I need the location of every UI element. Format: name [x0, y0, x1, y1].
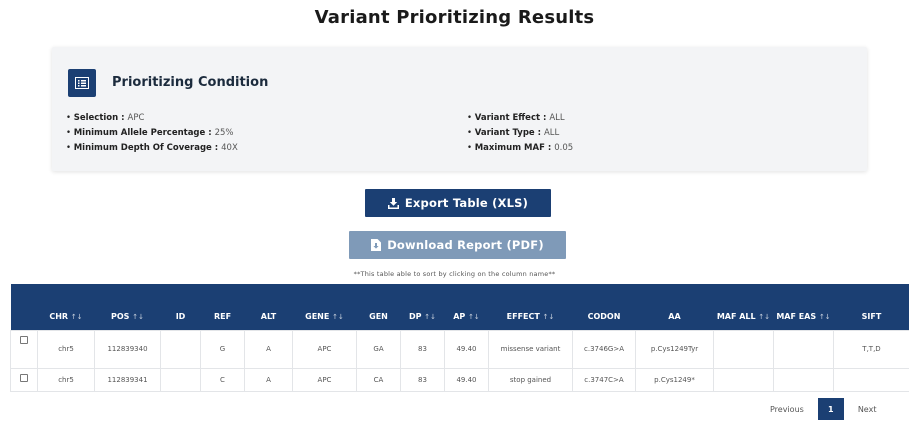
list-icon: [68, 69, 96, 97]
cell-aa: p.Cys1249Tyr: [635, 329, 714, 369]
sort-arrows-icon: ↑↓: [132, 312, 144, 321]
cell-id: [160, 329, 201, 369]
cell-maf-eas: [773, 367, 834, 392]
prioritizing-condition-panel: Prioritizing Condition • Selection : APC…: [52, 47, 867, 171]
cell-alt: A: [244, 367, 293, 392]
cell-chr: chr5: [37, 367, 95, 392]
header-select: [11, 284, 38, 330]
cell-gen: CA: [356, 367, 401, 392]
sort-note: **This table able to sort by clicking on…: [353, 270, 556, 278]
header-ap[interactable]: AP ↑↓: [445, 284, 489, 330]
condition-item-max-maf: • Maximum MAF : 0.05: [467, 143, 574, 153]
header-alt[interactable]: ALT: [245, 284, 293, 330]
cell-chr: chr5: [37, 329, 95, 369]
cell-alt: A: [244, 329, 293, 369]
cell-dp: 83: [400, 367, 445, 392]
header-codon[interactable]: CODON: [573, 284, 636, 330]
sort-arrows-icon: ↑↓: [70, 312, 83, 321]
row-checkbox[interactable]: [20, 335, 28, 344]
sort-arrows-icon: ↑↓: [332, 312, 344, 321]
cell-gene: APC: [292, 367, 357, 392]
export-table-label: Export Table (XLS): [404, 196, 529, 210]
header-sift[interactable]: SIFT: [834, 284, 909, 330]
table-header-row: CHR ↑↓ POS ↑↓ ID REF ALT GENE ↑↓ GEN DP …: [10, 284, 909, 330]
condition-list-left: • Selection : APC • Minimum Allele Perce…: [66, 111, 238, 156]
results-table: CHR ↑↓ POS ↑↓ ID REF ALT GENE ↑↓ GEN DP …: [10, 284, 909, 392]
header-effect[interactable]: EFFECT ↑↓: [489, 284, 573, 330]
header-id[interactable]: ID: [161, 284, 201, 330]
header-ref[interactable]: REF: [201, 284, 245, 330]
condition-item-variant-effect: • Variant Effect : ALL: [467, 113, 565, 123]
table-row: chr5 112839341 C A APC CA 83 49.40 stop …: [10, 367, 909, 392]
cell-ref: G: [200, 329, 245, 369]
next-page-link[interactable]: Next: [858, 405, 877, 414]
download-icon: [387, 197, 399, 209]
header-gen[interactable]: GEN: [357, 284, 401, 330]
sort-arrows-icon: ↑↓: [424, 312, 437, 321]
cell-ap: 49.40: [444, 367, 489, 392]
header-gene[interactable]: GENE ↑↓: [293, 284, 357, 330]
sort-arrows-icon: ↑↓: [542, 312, 555, 321]
table-row: chr5 112839340 G A APC GA 83 49.40 misse…: [10, 329, 909, 369]
condition-title: Prioritizing Condition: [112, 75, 269, 90]
header-chr[interactable]: CHR ↑↓: [38, 284, 95, 330]
previous-page-link[interactable]: Previous: [770, 405, 804, 414]
cell-codon: c.3746G>A: [572, 329, 636, 369]
condition-item-selection: • Selection : APC: [66, 113, 145, 123]
header-maf-all[interactable]: MAF ALL ↑↓: [714, 284, 774, 330]
condition-item-variant-type: • Variant Type : ALL: [467, 128, 560, 138]
row-checkbox[interactable]: [20, 373, 28, 382]
pagination: Previous 1 Next: [770, 398, 876, 420]
cell-id: [160, 367, 201, 392]
condition-item-min-allele: • Minimum Allele Percentage : 25%: [66, 128, 234, 138]
cell-pos: 112839340: [94, 329, 161, 369]
cell-aa: p.Cys1249*: [635, 367, 714, 392]
cell-maf-all: [713, 367, 774, 392]
row-select-cell: [10, 329, 38, 369]
cell-maf-eas: [773, 329, 834, 369]
header-aa[interactable]: AA: [636, 284, 714, 330]
condition-list-right: • Variant Effect : ALL • Variant Type : …: [467, 111, 573, 156]
cell-gene: APC: [292, 329, 357, 369]
file-download-icon: [371, 239, 382, 251]
page-number-button[interactable]: 1: [817, 398, 844, 420]
cell-maf-all: [713, 329, 774, 369]
cell-sift: T,T,D: [833, 329, 909, 369]
cell-effect: missense variant: [488, 329, 573, 369]
condition-item-min-depth: • Minimum Depth Of Coverage : 40X: [66, 143, 238, 153]
header-dp[interactable]: DP ↑↓: [401, 284, 445, 330]
sort-arrows-icon: ↑↓: [468, 312, 480, 321]
cell-ap: 49.40: [444, 329, 489, 369]
download-report-label: Download Report (PDF): [387, 238, 544, 252]
cell-ref: C: [200, 367, 245, 392]
cell-dp: 83: [400, 329, 445, 369]
page-title: Variant Prioritizing Results: [314, 7, 595, 28]
export-table-button[interactable]: Export Table (XLS): [365, 189, 551, 217]
header-pos[interactable]: POS ↑↓: [95, 284, 161, 330]
sort-arrows-icon: ↑↓: [818, 312, 831, 321]
download-report-button[interactable]: Download Report (PDF): [349, 231, 566, 259]
cell-codon: c.3747C>A: [572, 367, 636, 392]
header-maf-eas[interactable]: MAF EAS ↑↓: [774, 284, 834, 330]
cell-pos: 112839341: [94, 367, 161, 392]
row-select-cell: [10, 367, 38, 392]
cell-sift: [833, 367, 909, 392]
cell-gen: GA: [356, 329, 401, 369]
sort-arrows-icon: ↑↓: [758, 312, 771, 321]
cell-effect: stop gained: [488, 367, 573, 392]
